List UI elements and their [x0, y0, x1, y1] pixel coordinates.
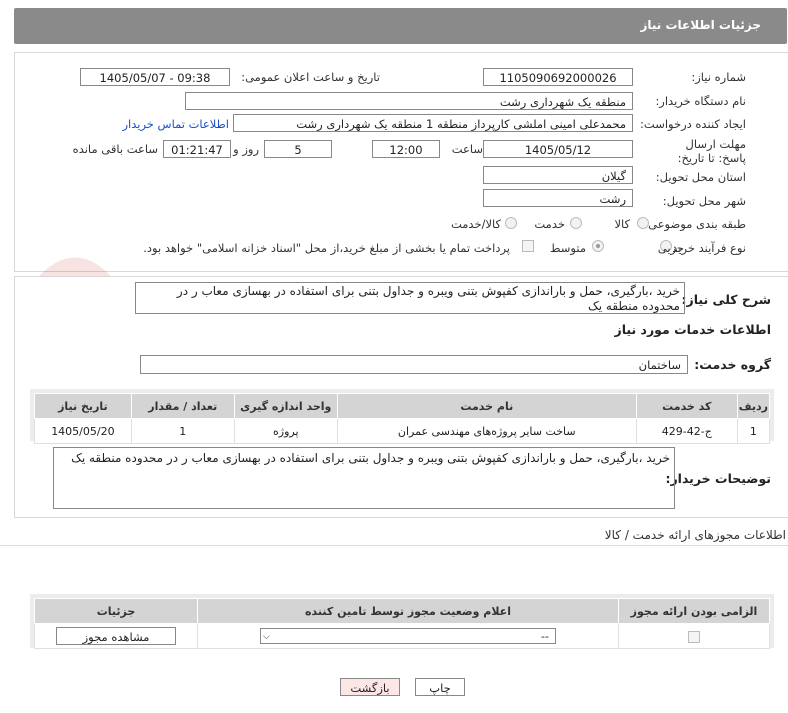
process-option-medium: متوسط — [549, 241, 586, 255]
summary-label: شرح کلی نیاز: — [681, 292, 771, 307]
col-need-date: تاریخ نیاز — [34, 393, 132, 419]
cell-need-date: 1405/05/20 — [34, 418, 132, 444]
cell-permit-required — [618, 623, 770, 649]
category-option-goods-service: کالا/خدمت — [450, 217, 501, 231]
col-unit: واحد اندازه گیری — [233, 393, 338, 419]
category-radio-goods[interactable] — [637, 217, 649, 229]
permits-title: اطلاعات مجوزهای ارائه خدمت / کالا — [604, 528, 786, 542]
service-group-label: گروه خدمت: — [694, 357, 771, 372]
treasury-payment-checkbox[interactable] — [522, 240, 534, 252]
buyer-org-label: نام دستگاه خریدار: — [655, 94, 746, 108]
permits-table-header: الزامی بودن ارائه مجوز اعلام وضعیت مجوز … — [34, 598, 770, 624]
service-group-field: ساختمان — [140, 355, 688, 374]
services-table: ردیف کد خدمت نام خدمت واحد اندازه گیری ت… — [34, 393, 771, 444]
need-number-field: 1105090692000026 — [483, 68, 633, 86]
category-radio-goods-service[interactable] — [505, 217, 517, 229]
col-permit-required: الزامی بودن ارائه مجوز — [618, 598, 770, 624]
page-title: جزئیات اطلاعات نیاز — [640, 18, 761, 32]
category-option-goods: کالا — [614, 217, 630, 231]
permits-table: الزامی بودن ارائه مجوز اعلام وضعیت مجوز … — [34, 598, 770, 649]
cell-quantity: 1 — [130, 418, 235, 444]
need-number-label: شماره نیاز: — [691, 70, 746, 84]
services-title: اطلاعات خدمات مورد نیاز — [614, 322, 772, 337]
days-label: روز و — [233, 142, 259, 156]
print-button[interactable]: چاپ — [415, 678, 465, 696]
cell-service-name: ساخت سایر پروژه‌های مهندسی عمران — [336, 418, 637, 444]
remaining-time-field: 01:21:47 — [163, 140, 231, 158]
buyer-desc-label: توضیحات خریدار: — [665, 471, 771, 486]
permits-divider — [0, 545, 788, 546]
process-option-minor: جزیی — [657, 241, 684, 255]
buyer-desc-textarea[interactable]: خرید ،بارگیری، حمل و باراندازی کفپوش بتن… — [53, 447, 675, 509]
cell-service-code: ج-42-429 — [635, 418, 738, 444]
col-service-code: کد خدمت — [635, 393, 738, 419]
col-permit-status: اعلام وضعیت مجوز توسط تامین کننده — [197, 598, 619, 624]
col-row-number: ردیف — [736, 393, 771, 419]
table-row: 1 ج-42-429 ساخت سایر پروژه‌های مهندسی عم… — [34, 418, 771, 444]
cell-permit-details: مشاهده مجوز — [34, 623, 198, 649]
cell-unit: پروژه — [233, 418, 338, 444]
category-radio-service[interactable] — [570, 217, 582, 229]
days-field: 5 — [264, 140, 332, 158]
contact-info-link[interactable]: اطلاعات تماس خریدار — [122, 117, 229, 131]
city-label: شهر محل تحویل: — [662, 194, 746, 208]
process-radio-medium[interactable] — [592, 240, 604, 252]
city-field: رشت — [483, 189, 633, 207]
category-label: طبقه بندی موضوعی: — [644, 217, 746, 231]
chevron-down-icon: ⌵ — [263, 632, 270, 642]
back-button[interactable]: بازگشت — [340, 678, 400, 696]
time-label: ساعت — [451, 142, 483, 156]
creator-label: ایجاد کننده درخواست: — [640, 117, 746, 131]
province-label: استان محل تحویل: — [655, 170, 746, 184]
col-quantity: تعداد / مقدار — [130, 393, 235, 419]
col-service-name: نام خدمت — [336, 393, 637, 419]
permit-status-select[interactable]: -- ⌵ — [260, 628, 556, 644]
col-permit-details: جزئیات — [34, 598, 198, 624]
deadline-date-field: 1405/05/12 — [483, 140, 633, 158]
summary-textarea[interactable]: خرید ،بارگیری، حمل و باراندازی کفپوش بتن… — [135, 282, 685, 314]
deadline-time-field: 12:00 — [372, 140, 440, 158]
announce-label: تاریخ و ساعت اعلان عمومی: — [241, 70, 380, 84]
view-permit-button[interactable]: مشاهده مجوز — [56, 627, 176, 645]
payment-note: پرداخت تمام یا بخشی از مبلغ خرید،از محل … — [143, 241, 510, 255]
services-table-header: ردیف کد خدمت نام خدمت واحد اندازه گیری ت… — [34, 393, 771, 419]
services-table-wrap: ردیف کد خدمت نام خدمت واحد اندازه گیری ت… — [30, 389, 774, 444]
buyer-org-field: منطقه یک شهرداری رشت — [185, 92, 633, 110]
deadline-label: مهلت ارسال پاسخ: تا تاریخ: — [677, 137, 746, 165]
cell-row-number: 1 — [736, 418, 771, 444]
permit-required-checkbox — [688, 630, 700, 643]
cell-permit-status: -- ⌵ — [197, 623, 619, 649]
remaining-label: ساعت باقی مانده — [72, 142, 158, 156]
page-header: جزئیات اطلاعات نیاز — [14, 8, 787, 44]
announce-field: 1405/05/07 - 09:38 — [80, 68, 230, 86]
category-option-service: خدمت — [534, 217, 565, 231]
table-row: -- ⌵ مشاهده مجوز — [34, 623, 770, 649]
permit-status-value: -- — [541, 630, 549, 643]
creator-field: محمدعلی امینی املشی کارپرداز منطقه 1 منط… — [233, 114, 633, 132]
province-field: گیلان — [483, 166, 633, 184]
permits-table-wrap: الزامی بودن ارائه مجوز اعلام وضعیت مجوز … — [30, 594, 774, 649]
